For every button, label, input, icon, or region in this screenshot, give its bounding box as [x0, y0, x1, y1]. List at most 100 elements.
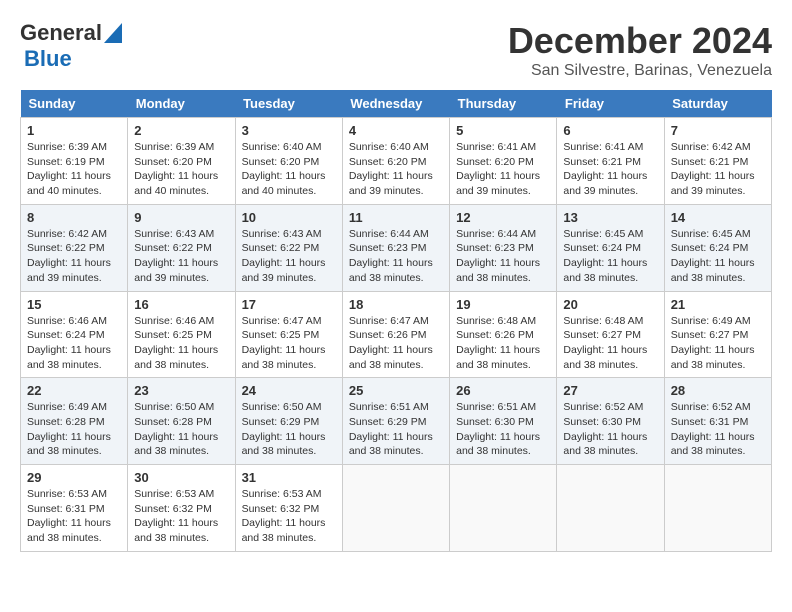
day-info: Sunrise: 6:53 AMSunset: 6:32 PMDaylight:… [242, 487, 336, 546]
calendar-cell: 4 Sunrise: 6:40 AMSunset: 6:20 PMDaylight… [342, 118, 449, 205]
calendar-header-wednesday: Wednesday [342, 90, 449, 118]
day-number: 31 [242, 470, 336, 485]
day-number: 7 [671, 123, 765, 138]
calendar-header-thursday: Thursday [450, 90, 557, 118]
day-number: 25 [349, 383, 443, 398]
calendar-cell: 6 Sunrise: 6:41 AMSunset: 6:21 PMDaylight… [557, 118, 664, 205]
calendar-cell: 26 Sunrise: 6:51 AMSunset: 6:30 PMDayligh… [450, 378, 557, 465]
calendar-cell: 24 Sunrise: 6:50 AMSunset: 6:29 PMDayligh… [235, 378, 342, 465]
day-info: Sunrise: 6:42 AMSunset: 6:22 PMDaylight:… [27, 227, 121, 286]
day-info: Sunrise: 6:47 AMSunset: 6:26 PMDaylight:… [349, 314, 443, 373]
day-number: 4 [349, 123, 443, 138]
calendar-header-monday: Monday [128, 90, 235, 118]
day-info: Sunrise: 6:39 AMSunset: 6:19 PMDaylight:… [27, 140, 121, 199]
day-number: 16 [134, 297, 228, 312]
day-number: 26 [456, 383, 550, 398]
calendar-body: 1 Sunrise: 6:39 AMSunset: 6:19 PMDaylight… [21, 118, 772, 552]
calendar-cell: 9 Sunrise: 6:43 AMSunset: 6:22 PMDaylight… [128, 204, 235, 291]
calendar-cell: 16 Sunrise: 6:46 AMSunset: 6:25 PMDayligh… [128, 291, 235, 378]
calendar-cell: 14 Sunrise: 6:45 AMSunset: 6:24 PMDayligh… [664, 204, 771, 291]
calendar-cell [557, 465, 664, 552]
calendar-cell: 3 Sunrise: 6:40 AMSunset: 6:20 PMDaylight… [235, 118, 342, 205]
calendar-cell: 22 Sunrise: 6:49 AMSunset: 6:28 PMDayligh… [21, 378, 128, 465]
day-info: Sunrise: 6:45 AMSunset: 6:24 PMDaylight:… [671, 227, 765, 286]
day-info: Sunrise: 6:43 AMSunset: 6:22 PMDaylight:… [134, 227, 228, 286]
calendar-cell: 5 Sunrise: 6:41 AMSunset: 6:20 PMDaylight… [450, 118, 557, 205]
day-number: 3 [242, 123, 336, 138]
day-number: 22 [27, 383, 121, 398]
calendar-cell: 21 Sunrise: 6:49 AMSunset: 6:27 PMDayligh… [664, 291, 771, 378]
calendar-cell: 30Sunrise: 6:53 AMSunset: 6:32 PMDayligh… [128, 465, 235, 552]
title-section: December 2024 San Silvestre, Barinas, Ve… [508, 20, 772, 80]
day-info: Sunrise: 6:41 AMSunset: 6:21 PMDaylight:… [563, 140, 657, 199]
day-number: 5 [456, 123, 550, 138]
calendar-week-row: 8 Sunrise: 6:42 AMSunset: 6:22 PMDaylight… [21, 204, 772, 291]
calendar-cell: 8 Sunrise: 6:42 AMSunset: 6:22 PMDaylight… [21, 204, 128, 291]
day-info: Sunrise: 6:50 AMSunset: 6:29 PMDaylight:… [242, 400, 336, 459]
day-info: Sunrise: 6:49 AMSunset: 6:28 PMDaylight:… [27, 400, 121, 459]
logo-blue-text: Blue [24, 46, 72, 71]
day-info: Sunrise: 6:44 AMSunset: 6:23 PMDaylight:… [456, 227, 550, 286]
logo-icon [104, 23, 122, 43]
day-number: 24 [242, 383, 336, 398]
calendar-header-saturday: Saturday [664, 90, 771, 118]
calendar-cell [664, 465, 771, 552]
day-number: 17 [242, 297, 336, 312]
calendar-header-friday: Friday [557, 90, 664, 118]
day-info: Sunrise: 6:45 AMSunset: 6:24 PMDaylight:… [563, 227, 657, 286]
subtitle: San Silvestre, Barinas, Venezuela [508, 62, 772, 80]
calendar-cell: 29Sunrise: 6:53 AMSunset: 6:31 PMDayligh… [21, 465, 128, 552]
day-info: Sunrise: 6:50 AMSunset: 6:28 PMDaylight:… [134, 400, 228, 459]
day-number: 18 [349, 297, 443, 312]
day-info: Sunrise: 6:39 AMSunset: 6:20 PMDaylight:… [134, 140, 228, 199]
calendar-cell: 28 Sunrise: 6:52 AMSunset: 6:31 PMDayligh… [664, 378, 771, 465]
calendar-cell: 11 Sunrise: 6:44 AMSunset: 6:23 PMDayligh… [342, 204, 449, 291]
day-info: Sunrise: 6:49 AMSunset: 6:27 PMDaylight:… [671, 314, 765, 373]
calendar-cell: 18 Sunrise: 6:47 AMSunset: 6:26 PMDayligh… [342, 291, 449, 378]
day-number: 6 [563, 123, 657, 138]
day-info: Sunrise: 6:41 AMSunset: 6:20 PMDaylight:… [456, 140, 550, 199]
day-number: 2 [134, 123, 228, 138]
day-number: 1 [27, 123, 121, 138]
calendar-cell: 15Sunrise: 6:46 AMSunset: 6:24 PMDayligh… [21, 291, 128, 378]
calendar-table: SundayMondayTuesdayWednesdayThursdayFrid… [20, 90, 772, 552]
day-number: 19 [456, 297, 550, 312]
calendar-cell: 25 Sunrise: 6:51 AMSunset: 6:29 PMDayligh… [342, 378, 449, 465]
day-number: 14 [671, 210, 765, 225]
day-info: Sunrise: 6:52 AMSunset: 6:31 PMDaylight:… [671, 400, 765, 459]
calendar-cell: 20Sunrise: 6:48 AMSunset: 6:27 PMDayligh… [557, 291, 664, 378]
calendar-header-sunday: Sunday [21, 90, 128, 118]
day-number: 21 [671, 297, 765, 312]
day-number: 8 [27, 210, 121, 225]
calendar-cell [342, 465, 449, 552]
calendar-cell [450, 465, 557, 552]
calendar-cell: 23Sunrise: 6:50 AMSunset: 6:28 PMDayligh… [128, 378, 235, 465]
calendar-week-row: 22 Sunrise: 6:49 AMSunset: 6:28 PMDayligh… [21, 378, 772, 465]
day-info: Sunrise: 6:44 AMSunset: 6:23 PMDaylight:… [349, 227, 443, 286]
day-info: Sunrise: 6:51 AMSunset: 6:29 PMDaylight:… [349, 400, 443, 459]
day-info: Sunrise: 6:40 AMSunset: 6:20 PMDaylight:… [242, 140, 336, 199]
calendar-header-tuesday: Tuesday [235, 90, 342, 118]
day-info: Sunrise: 6:42 AMSunset: 6:21 PMDaylight:… [671, 140, 765, 199]
calendar-week-row: 15Sunrise: 6:46 AMSunset: 6:24 PMDayligh… [21, 291, 772, 378]
calendar-cell: 10Sunrise: 6:43 AMSunset: 6:22 PMDayligh… [235, 204, 342, 291]
day-info: Sunrise: 6:47 AMSunset: 6:25 PMDaylight:… [242, 314, 336, 373]
day-number: 9 [134, 210, 228, 225]
calendar-cell: 27Sunrise: 6:52 AMSunset: 6:30 PMDayligh… [557, 378, 664, 465]
day-info: Sunrise: 6:46 AMSunset: 6:25 PMDaylight:… [134, 314, 228, 373]
calendar-cell: 31 Sunrise: 6:53 AMSunset: 6:32 PMDayligh… [235, 465, 342, 552]
logo-general-text: General [20, 20, 102, 46]
day-number: 29 [27, 470, 121, 485]
day-number: 27 [563, 383, 657, 398]
day-info: Sunrise: 6:48 AMSunset: 6:26 PMDaylight:… [456, 314, 550, 373]
day-info: Sunrise: 6:46 AMSunset: 6:24 PMDaylight:… [27, 314, 121, 373]
day-info: Sunrise: 6:48 AMSunset: 6:27 PMDaylight:… [563, 314, 657, 373]
day-number: 28 [671, 383, 765, 398]
day-info: Sunrise: 6:43 AMSunset: 6:22 PMDaylight:… [242, 227, 336, 286]
day-number: 13 [563, 210, 657, 225]
day-info: Sunrise: 6:51 AMSunset: 6:30 PMDaylight:… [456, 400, 550, 459]
calendar-header-row: SundayMondayTuesdayWednesdayThursdayFrid… [21, 90, 772, 118]
day-number: 11 [349, 210, 443, 225]
day-info: Sunrise: 6:40 AMSunset: 6:20 PMDaylight:… [349, 140, 443, 199]
main-title: December 2024 [508, 20, 772, 62]
